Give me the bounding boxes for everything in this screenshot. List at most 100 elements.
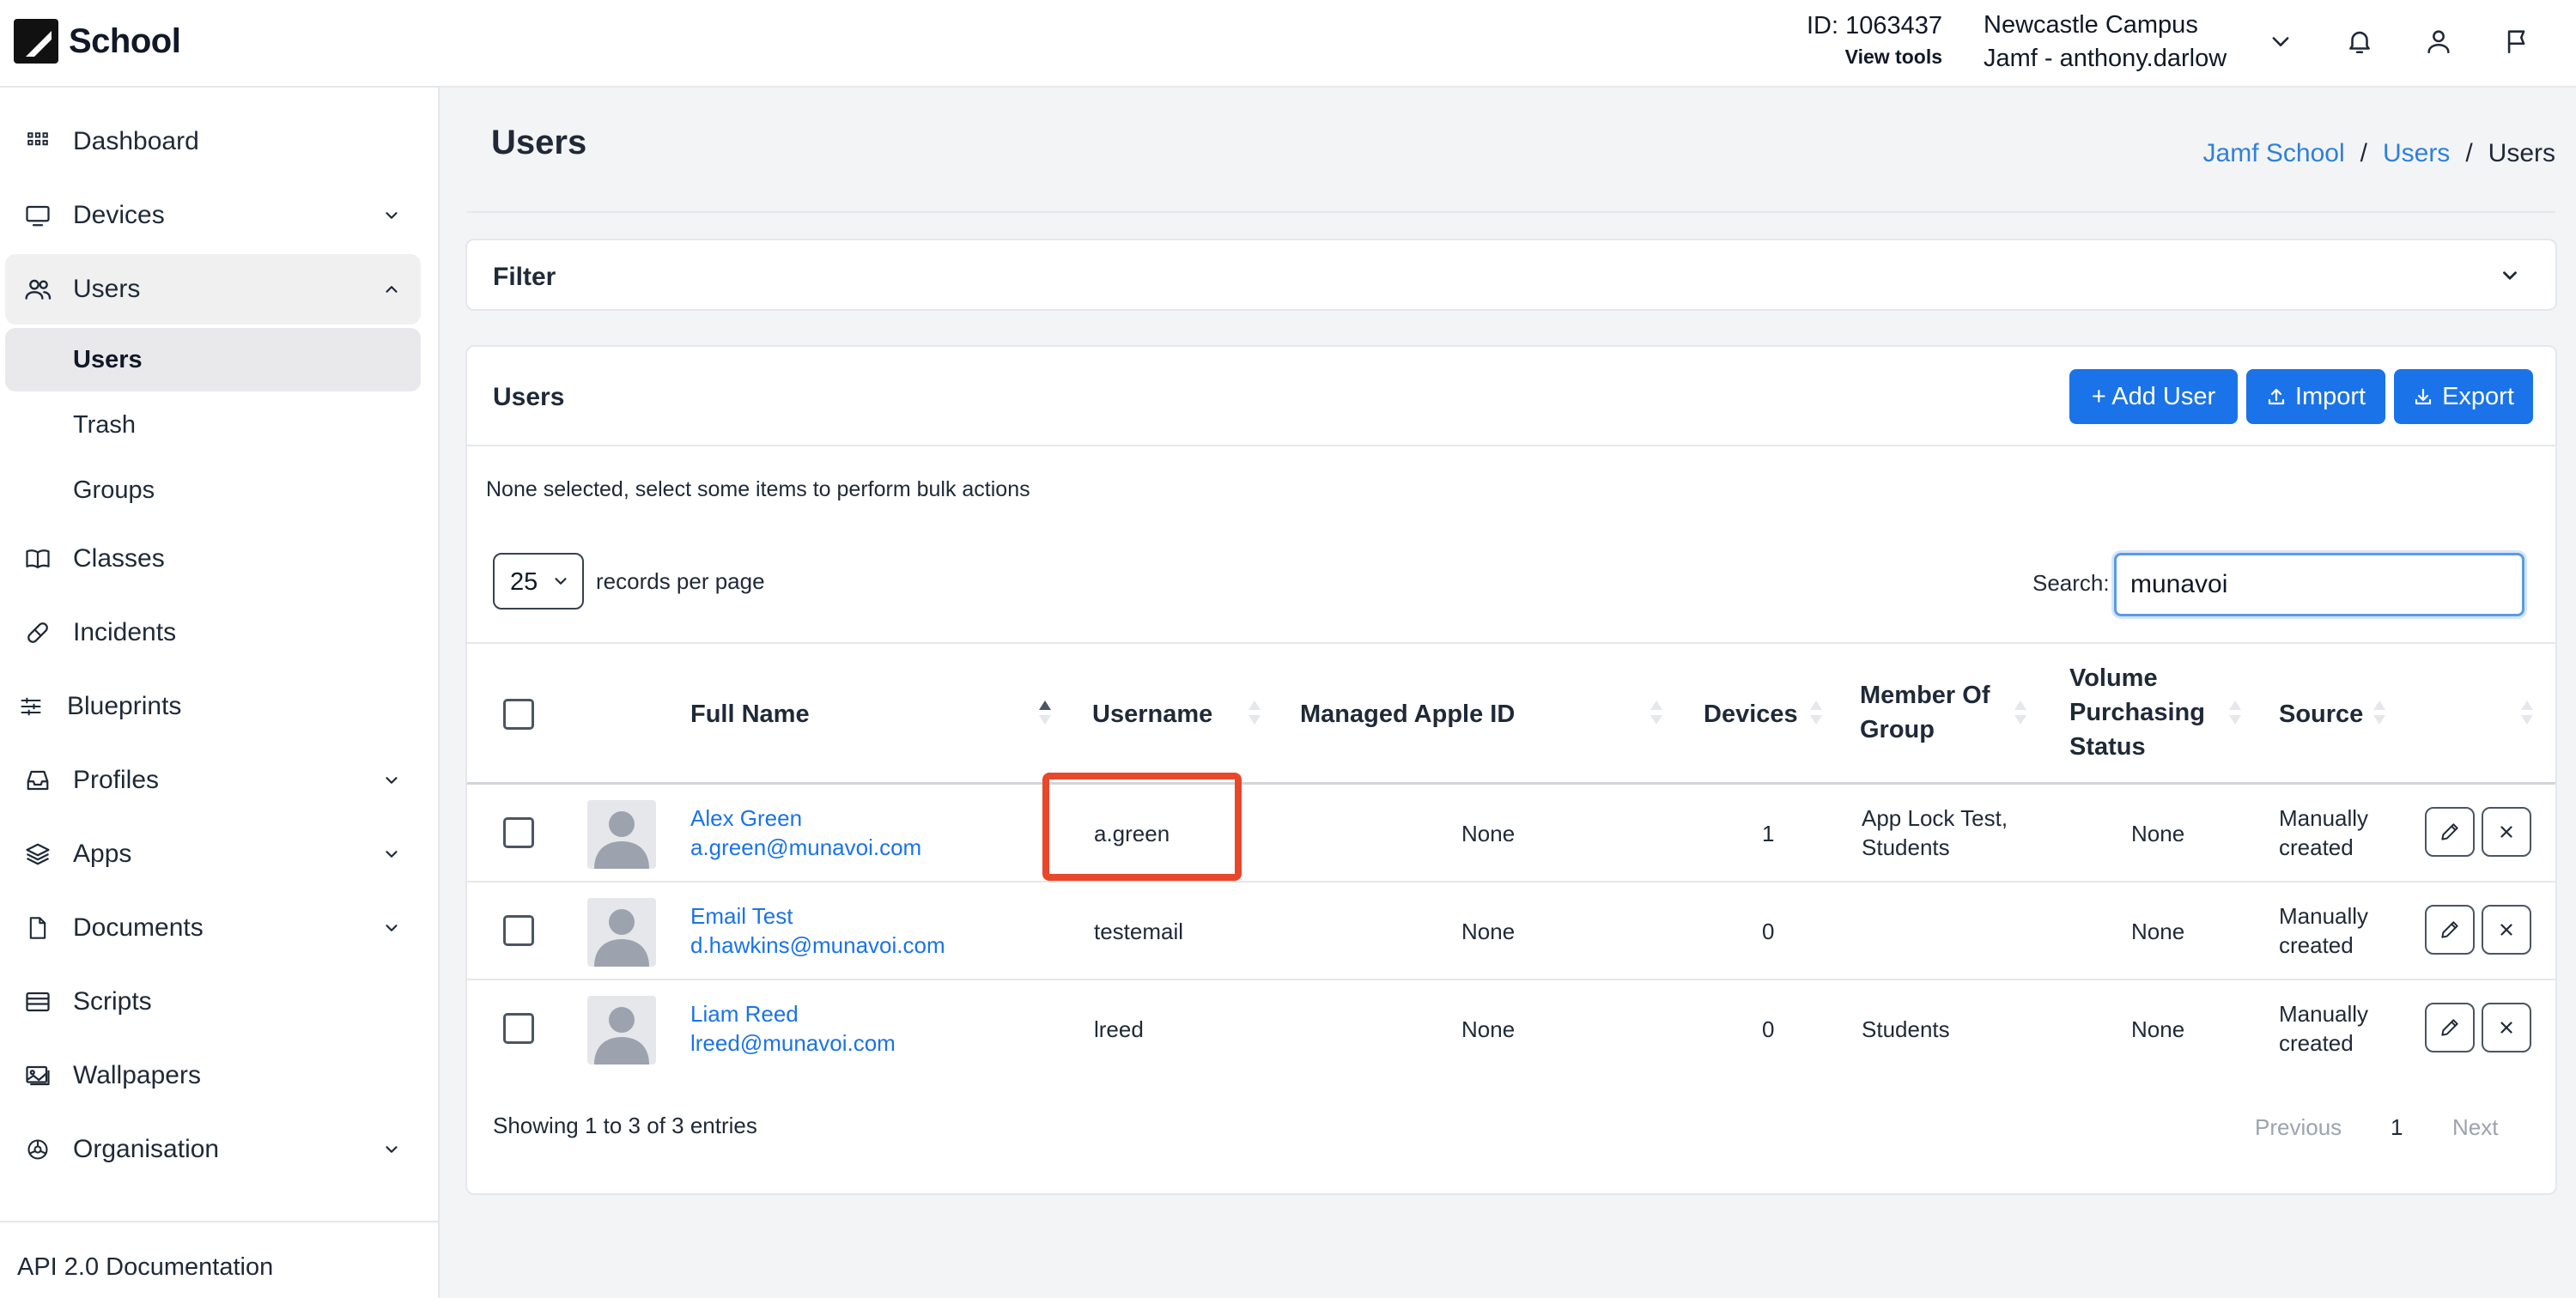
chevron-down-icon[interactable] — [2499, 264, 2521, 291]
managed-apple-id-cell: None — [1461, 1016, 1516, 1042]
search-input[interactable] — [2114, 553, 2524, 616]
sidebar-subitem-trash[interactable]: Trash — [5, 393, 421, 457]
monitor-icon — [24, 202, 52, 229]
user-full-name-link[interactable]: Email Test d.hawkins@munavoi.com — [690, 901, 945, 960]
user-full-name[interactable]: Alex Green — [690, 804, 921, 833]
devices-cell: 1 — [1762, 821, 1775, 846]
breadcrumb: Jamf School / Users / Users — [2203, 139, 2555, 168]
user-email[interactable]: a.green@munavoi.com — [690, 833, 921, 862]
group-line: App Lock Test, — [1862, 805, 2008, 831]
campus-name: Newcastle Campus — [1984, 11, 2198, 39]
sidebar-item-scripts[interactable]: Scripts — [5, 967, 421, 1037]
api-docs-link[interactable]: API 2.0 Documentation — [17, 1253, 273, 1282]
pagination-previous[interactable]: Previous — [2255, 1114, 2342, 1141]
column-member-of-group[interactable]: Member Of Group — [1860, 678, 1990, 747]
sort-icon[interactable] — [2519, 697, 2535, 728]
sidebar-item-organisation[interactable]: Organisation — [5, 1114, 421, 1185]
bell-icon[interactable] — [2342, 24, 2377, 58]
column-username[interactable]: Username — [1092, 697, 1212, 731]
sort-icon[interactable] — [1808, 697, 1824, 728]
row-checkbox[interactable] — [503, 915, 534, 946]
view-tools-link[interactable]: View tools — [1807, 45, 1942, 69]
sidebar-item-incidents[interactable]: Incidents — [5, 597, 421, 668]
sidebar-item-classes[interactable]: Classes — [5, 524, 421, 594]
user-full-name-link[interactable]: Liam Reed lreed@munavoi.com — [690, 999, 896, 1058]
account-id: ID: 1063437 View tools — [1807, 12, 1942, 69]
column-full-name[interactable]: Full Name — [690, 697, 810, 731]
sidebar-subitem-users[interactable]: Users — [5, 328, 421, 391]
sidebar-item-dashboard[interactable]: Dashboard — [5, 106, 421, 177]
user-full-name-link[interactable]: Alex Green a.green@munavoi.com — [690, 804, 921, 862]
group-line: Students — [1862, 834, 1950, 860]
title-divider — [467, 211, 2555, 213]
sidebar-item-profiles[interactable]: Profiles — [5, 745, 421, 816]
breadcrumb-users[interactable]: Users — [2383, 139, 2450, 168]
table-row: Liam Reed lreed@munavoi.com lreed None 0… — [467, 980, 2555, 1078]
sidebar-item-wallpapers[interactable]: Wallpapers — [5, 1040, 421, 1111]
page-size-select[interactable]: 25 — [493, 553, 584, 610]
edit-button[interactable] — [2425, 905, 2475, 955]
sort-icon[interactable] — [2013, 697, 2028, 728]
app-name: School — [69, 21, 181, 60]
chevron-up-icon — [381, 279, 402, 300]
user-full-name[interactable]: Liam Reed — [690, 999, 896, 1028]
add-user-button[interactable]: + Add User — [2069, 369, 2238, 424]
column-volume-purchasing-status[interactable]: Volume Purchasing Status — [2069, 661, 2205, 764]
pagination-page-1[interactable]: 1 — [2391, 1114, 2403, 1141]
sidebar-item-label: Classes — [73, 544, 165, 573]
header-line: Status — [2069, 733, 2146, 761]
select-all-checkbox[interactable] — [503, 699, 534, 730]
filter-panel[interactable]: Filter — [465, 239, 2557, 311]
import-button[interactable]: Import — [2246, 369, 2385, 424]
pill-icon — [24, 619, 52, 646]
sort-icon[interactable] — [2372, 697, 2387, 728]
member-of-group-cell: App Lock Test, Students — [1862, 804, 2008, 862]
username-cell: lreed — [1094, 1016, 1144, 1042]
export-button[interactable]: Export — [2394, 369, 2533, 424]
chevron-down-icon — [381, 770, 402, 791]
row-checkbox[interactable] — [503, 817, 534, 848]
edit-button[interactable] — [2425, 1003, 2475, 1052]
user-email[interactable]: lreed@munavoi.com — [690, 1028, 896, 1058]
sort-icon[interactable] — [1247, 697, 1262, 728]
column-devices[interactable]: Devices — [1704, 697, 1798, 731]
close-icon — [2500, 1022, 2512, 1034]
sidebar-item-users[interactable]: Users — [5, 254, 421, 324]
close-icon — [2500, 826, 2512, 838]
entries-summary: Showing 1 to 3 of 3 entries — [493, 1113, 757, 1138]
delete-button[interactable] — [2482, 1003, 2531, 1052]
sidebar-subitem-groups[interactable]: Groups — [5, 458, 421, 522]
username-cell: testemail — [1094, 919, 1184, 944]
chevron-down-icon[interactable] — [2263, 24, 2298, 58]
document-icon — [24, 914, 52, 942]
sort-icon[interactable] — [2227, 697, 2243, 728]
row-checkbox[interactable] — [503, 1013, 534, 1044]
column-managed-apple-id[interactable]: Managed Apple ID — [1300, 697, 1515, 731]
sidebar-item-apps[interactable]: Apps — [5, 819, 421, 889]
sidebar-item-devices[interactable]: Devices — [5, 180, 421, 251]
page-size-value: 25 — [510, 568, 538, 596]
pagination-next[interactable]: Next — [2452, 1114, 2498, 1141]
table-header: Full Name Username Managed Apple ID Devi… — [467, 642, 2555, 785]
user-full-name[interactable]: Email Test — [690, 901, 945, 931]
sort-icon[interactable] — [1649, 697, 1664, 728]
flag-icon[interactable] — [2500, 24, 2535, 58]
edit-button[interactable] — [2425, 807, 2475, 857]
sidebar-item-label: Devices — [73, 201, 165, 229]
sidebar-item-documents[interactable]: Documents — [5, 893, 421, 963]
sort-asc-icon[interactable] — [1037, 697, 1053, 728]
user-icon[interactable] — [2421, 24, 2456, 58]
chevron-down-icon — [555, 578, 567, 585]
breadcrumb-jamf-school[interactable]: Jamf School — [2203, 139, 2345, 168]
import-label: Import — [2294, 382, 2366, 410]
app-logo[interactable]: School — [14, 19, 181, 64]
delete-button[interactable] — [2482, 905, 2531, 955]
sidebar-item-label: Documents — [73, 913, 204, 942]
campus-selector[interactable]: Newcastle Campus Jamf - anthony.darlow — [1984, 9, 2227, 76]
records-per-page-label: records per page — [596, 568, 765, 594]
sidebar-item-blueprints[interactable]: Blueprints — [5, 671, 421, 742]
filter-title: Filter — [493, 263, 556, 291]
delete-button[interactable] — [2482, 807, 2531, 857]
column-source[interactable]: Source — [2279, 697, 2363, 731]
user-email[interactable]: d.hawkins@munavoi.com — [690, 931, 945, 960]
